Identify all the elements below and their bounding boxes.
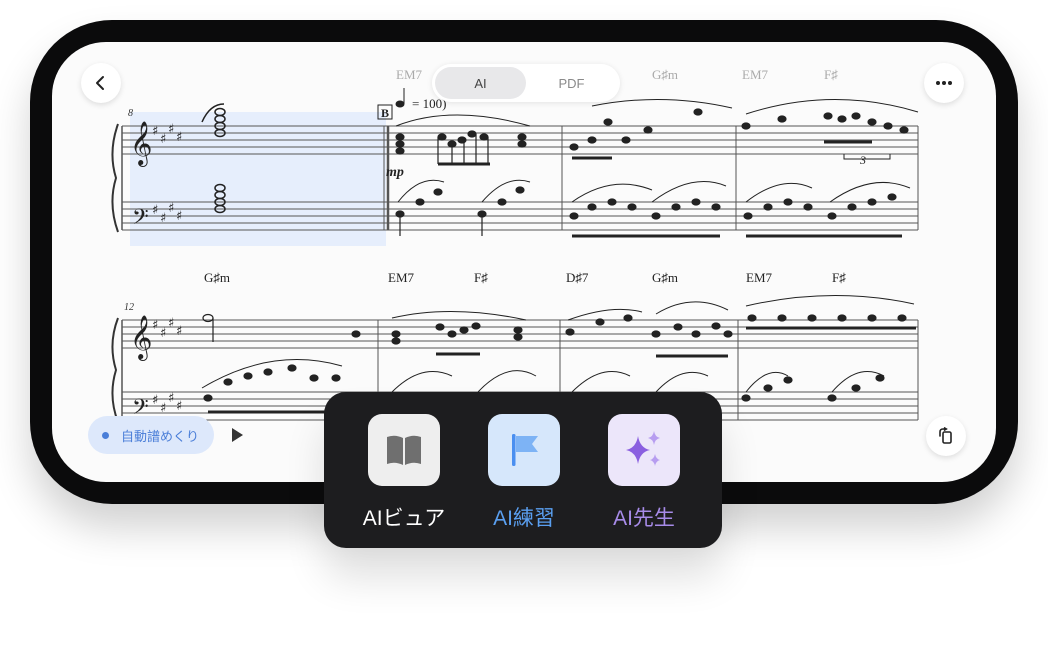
svg-text:♯: ♯ (152, 393, 158, 408)
status-dot (102, 431, 109, 439)
ai-practice-tile[interactable] (488, 414, 560, 486)
more-dots-icon (936, 81, 952, 85)
rotate-screen-icon (939, 427, 952, 444)
measure-number-8: 8 (128, 108, 133, 119)
view-mode-toggle: AI PDF (432, 64, 620, 102)
ai-teacher-label: AI先生 (613, 507, 675, 530)
book-icon (387, 435, 421, 465)
svg-text:♯: ♯ (152, 124, 158, 139)
ai-practice-label: AI練習 (493, 507, 555, 530)
flag-icon (512, 434, 538, 466)
ai-feature-panel: AIビュア AI練習 AI先生 (324, 392, 722, 548)
auto-page-turn-button[interactable]: 自動譜めくり (88, 416, 214, 454)
play-icon (232, 428, 243, 442)
measure-number-12: 12 (124, 302, 134, 313)
chord-label: D♯7 (566, 270, 589, 285)
chord-label: EM7 (396, 67, 423, 82)
svg-text:♯: ♯ (168, 122, 174, 137)
ai-teacher-tile[interactable] (608, 414, 680, 486)
chevron-left-icon (96, 76, 104, 90)
chord-label: G♯m (652, 67, 678, 82)
svg-text:♯: ♯ (168, 391, 174, 406)
sparkle-icon (626, 431, 660, 466)
tuplet-3: 3 (859, 153, 866, 167)
svg-text:♯: ♯ (160, 401, 166, 416)
svg-text:♯: ♯ (152, 203, 158, 218)
chord-label: EM7 (742, 67, 769, 82)
chord-label: G♯m (204, 270, 230, 285)
ai-viewer-tile[interactable] (368, 414, 440, 486)
svg-text:♯: ♯ (160, 211, 166, 226)
svg-text:♯: ♯ (176, 130, 182, 145)
chord-label: F♯ (832, 270, 846, 285)
bass-clef-icon: 𝄢 (132, 205, 149, 235)
back-button[interactable] (81, 63, 121, 103)
tab-pdf[interactable]: PDF (526, 67, 617, 99)
auto-page-turn-label: 自動譜めくり (121, 428, 200, 444)
ai-viewer-label: AIビュア (362, 507, 446, 530)
svg-text:♯: ♯ (152, 318, 158, 333)
svg-text:♯: ♯ (176, 209, 182, 224)
play-button[interactable] (218, 416, 256, 454)
svg-text:♯: ♯ (168, 316, 174, 331)
tab-ai[interactable]: AI (435, 67, 526, 99)
svg-text:♯: ♯ (160, 132, 166, 147)
svg-text:♯: ♯ (168, 201, 174, 216)
chord-label: F♯ (824, 67, 838, 82)
dynamic-mp: mp (386, 165, 404, 180)
rehearsal-mark: B (381, 106, 389, 120)
svg-text:♯: ♯ (176, 324, 182, 339)
more-button[interactable] (924, 63, 964, 103)
chord-label: G♯m (652, 270, 678, 285)
rotate-button[interactable] (926, 416, 966, 456)
treble-clef-icon: 𝄞 (130, 121, 152, 167)
chord-label: F♯ (474, 270, 488, 285)
treble-clef-icon: 𝄞 (130, 315, 152, 361)
chord-label: EM7 (746, 270, 773, 285)
svg-text:♯: ♯ (176, 399, 182, 414)
chord-label: EM7 (388, 270, 415, 285)
svg-text:♯: ♯ (160, 326, 166, 341)
